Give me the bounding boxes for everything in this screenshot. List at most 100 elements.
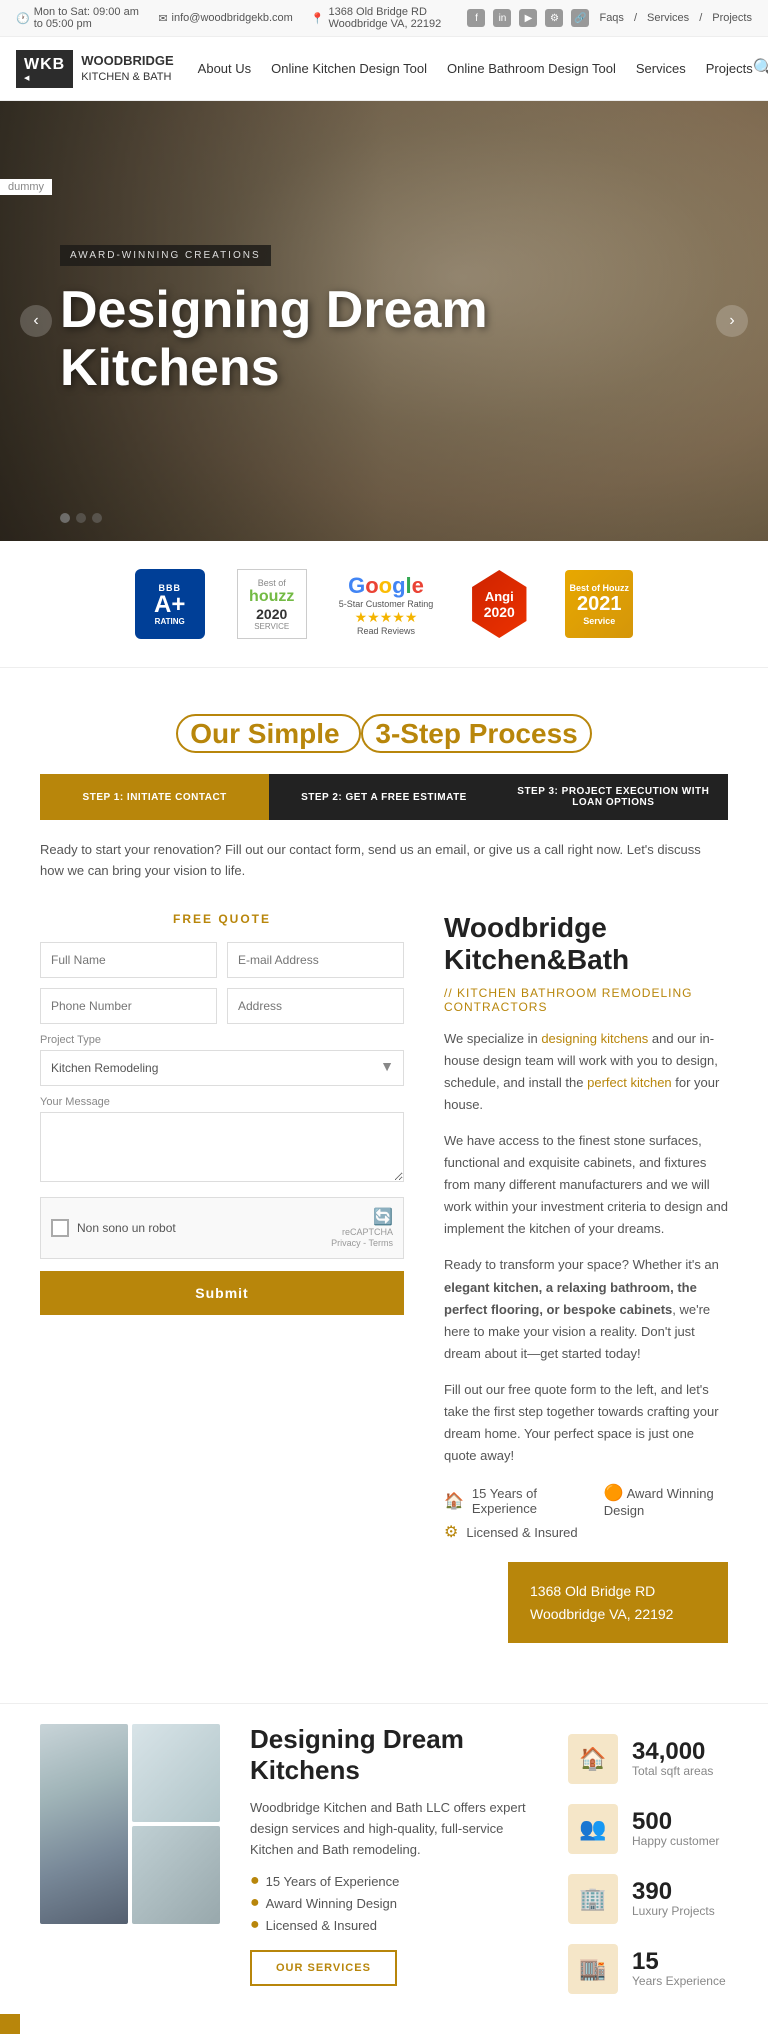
hero-section: AWARD-WINNING CREATIONS Designing Dream …: [0, 101, 768, 541]
address-input[interactable]: [227, 988, 404, 1024]
customers-icon: 👥: [579, 1816, 606, 1842]
stat-sqft-number: 34,000: [632, 1740, 713, 1764]
bullet-licensed: ● Licensed & Insured: [250, 1916, 538, 1934]
google-badge: Google 5-Star Customer Rating ★★★★★ Read…: [339, 573, 434, 636]
stat-projects-number: 390: [632, 1880, 715, 1904]
bullet-dot-3: ●: [250, 1916, 260, 1934]
top-bar-contact: 🕐 Mon to Sat: 09:00 am to 05:00 pm ✉ inf…: [16, 6, 467, 30]
nav-link-services[interactable]: Services: [636, 61, 686, 76]
top-bar: 🕐 Mon to Sat: 09:00 am to 05:00 pm ✉ inf…: [0, 0, 768, 37]
form-phone-address-row: [40, 988, 404, 1024]
feature-experience: 🏠 15 Years of Experience 🟠 Award Winning…: [444, 1483, 728, 1518]
bottom-title: Designing Dream Kitchens: [250, 1724, 538, 1786]
stat-sqft: 🏠 34,000 Total sqft areas: [568, 1734, 728, 1784]
stat-projects: 🏢 390 Luxury Projects: [568, 1874, 728, 1924]
stat-years-number: 15: [632, 1950, 726, 1974]
content-col: Woodbridge Kitchen&Bath // KITCHEN BATHR…: [444, 912, 728, 1643]
nav-link-about[interactable]: About Us: [198, 61, 251, 76]
process-section: Our Simple 3-Step Process STEP 1: INITIA…: [0, 668, 768, 882]
logo[interactable]: WKB ◀ WOODBRIDGE KITCHEN & BATH: [16, 50, 174, 88]
address-info: 📍 1368 Old Bridge RD Woodbridge VA, 2219…: [311, 6, 468, 30]
full-name-input[interactable]: [40, 942, 217, 978]
main-nav: WKB ◀ WOODBRIDGE KITCHEN & BATH About Us…: [0, 37, 768, 101]
email-input[interactable]: [227, 942, 404, 978]
captcha-checkbox[interactable]: [51, 1219, 69, 1237]
process-tabs: STEP 1: INITIATE CONTACT STEP 2: GET A F…: [40, 774, 728, 820]
stat-projects-label: Luxury Projects: [632, 1904, 715, 1918]
nav-link-faqs[interactable]: Faqs: [599, 12, 623, 24]
captcha-row: Non sono un robot 🔄 reCAPTCHA Privacy - …: [40, 1197, 404, 1260]
nav-link-projects-top[interactable]: Projects: [712, 12, 752, 24]
process-description: Ready to start your renovation? Fill out…: [40, 840, 728, 882]
hero-content: AWARD-WINNING CREATIONS Designing Dream …: [0, 205, 768, 436]
deco-corner: [0, 2014, 20, 2034]
address-box: 1368 Old Bridge RD Woodbridge VA, 22192: [508, 1562, 728, 1643]
dummy-label: dummy: [0, 179, 52, 195]
stat-years-label: Years Experience: [632, 1974, 726, 1988]
logo-abbr: WKB ◀: [16, 50, 73, 88]
bottom-text-col: Designing Dream Kitchens Woodbridge Kitc…: [220, 1724, 568, 2014]
hero-next-button[interactable]: ›: [716, 305, 748, 337]
pin-icon: 📍: [311, 12, 325, 25]
process-tab-1[interactable]: STEP 1: INITIATE CONTACT: [40, 774, 269, 820]
content-features: 🏠 15 Years of Experience 🟠 Award Winning…: [444, 1483, 728, 1542]
designing-kitchens-link[interactable]: designing kitchens: [541, 1031, 648, 1046]
project-type-label: Project Type: [40, 1034, 404, 1046]
process-tab-2[interactable]: STEP 2: GET A FREE ESTIMATE: [269, 774, 498, 820]
email-info: ✉ info@woodbridgekb.com: [158, 12, 292, 25]
address-line2: Woodbridge VA, 22192: [530, 1603, 706, 1625]
houzz-2020-badge: Best of houzz 2020 SERVICE: [237, 569, 307, 639]
search-button[interactable]: 🔍: [753, 58, 768, 79]
social-links: f in ▶ ⚙ 🔗: [467, 9, 589, 27]
hero-prev-button[interactable]: ‹: [20, 305, 52, 337]
submit-button[interactable]: Submit: [40, 1271, 404, 1315]
perfect-kitchen-link[interactable]: perfect kitchen: [587, 1075, 672, 1090]
content-para2: We have access to the finest stone surfa…: [444, 1130, 728, 1240]
hours-text: Mon to Sat: 09:00 am to 05:00 pm: [34, 6, 141, 30]
badges-row: BBB A+ RATING Best of houzz 2020 SERVICE…: [0, 541, 768, 668]
youtube-icon[interactable]: ▶: [519, 9, 537, 27]
message-textarea[interactable]: [40, 1112, 404, 1182]
process-highlight: 3-Step Process: [361, 714, 591, 753]
address-line1: 1368 Old Bridge RD: [530, 1580, 706, 1602]
stat-sqft-label: Total sqft areas: [632, 1764, 713, 1778]
projects-icon: 🏢: [579, 1886, 606, 1912]
hero-tag: AWARD-WINNING CREATIONS: [60, 245, 271, 266]
bbb-badge: BBB A+ RATING: [135, 569, 205, 639]
our-services-button[interactable]: OUR SERVICES: [250, 1950, 397, 1986]
facebook-icon[interactable]: f: [467, 9, 485, 27]
project-type-wrap: Project Type Kitchen Remodeling Bathroom…: [40, 1034, 404, 1086]
angi-badge: Angi 2020: [465, 570, 533, 638]
stats-col: 🏠 34,000 Total sqft areas 👥 500 Happy cu…: [568, 1724, 728, 2014]
stat-years: 🏬 15 Years Experience: [568, 1944, 728, 1994]
link-icon[interactable]: ⚙: [545, 9, 563, 27]
message-label: Your Message: [40, 1096, 404, 1108]
nav-link-bathroom-tool[interactable]: Online Bathroom Design Tool: [447, 61, 616, 76]
nav-link-services-top[interactable]: Services: [647, 12, 689, 24]
instagram-icon[interactable]: in: [493, 9, 511, 27]
years-icon: 🏬: [579, 1956, 606, 1982]
nav-link-kitchen-tool[interactable]: Online Kitchen Design Tool: [271, 61, 427, 76]
hours-info: 🕐 Mon to Sat: 09:00 am to 05:00 pm: [16, 6, 140, 30]
stat-customers: 👥 500 Happy customer: [568, 1804, 728, 1854]
nav-link-projects[interactable]: Projects: [706, 61, 753, 76]
nav-actions: 🔍 rG SCHEDULE A VISIT: [753, 46, 768, 92]
process-title: Our Simple 3-Step Process: [40, 718, 728, 750]
top-bar-right: f in ▶ ⚙ 🔗 Faqs / Services / Projects: [467, 9, 752, 27]
customers-icon-box: 👥: [568, 1804, 618, 1854]
phone-input[interactable]: [40, 988, 217, 1024]
bullet-experience: ● 15 Years of Experience: [250, 1872, 538, 1890]
content-para3: Ready to transform your space? Whether i…: [444, 1254, 728, 1364]
share-icon[interactable]: 🔗: [571, 9, 589, 27]
project-type-select[interactable]: Kitchen Remodeling Bathroom Remodeling F…: [40, 1050, 404, 1086]
quote-form-col: FREE QUOTE Project Type Kitchen Remodeli…: [40, 912, 404, 1316]
captcha-brand: 🔄 reCAPTCHA Privacy - Terms: [331, 1208, 393, 1249]
content-para1: We specialize in designing kitchens and …: [444, 1028, 728, 1116]
houzz-2021-badge: Best of Houzz 2021 Service: [565, 570, 633, 638]
bottom-images: [40, 1724, 220, 1924]
process-tab-3[interactable]: STEP 3: PROJECT EXECUTION WITH LOAN OPTI…: [499, 774, 728, 820]
years-icon-box: 🏬: [568, 1944, 618, 1994]
logo-text: WOODBRIDGE KITCHEN & BATH: [81, 53, 173, 84]
email-text: info@woodbridgekb.com: [172, 12, 293, 24]
bullet-dot-1: ●: [250, 1872, 260, 1890]
